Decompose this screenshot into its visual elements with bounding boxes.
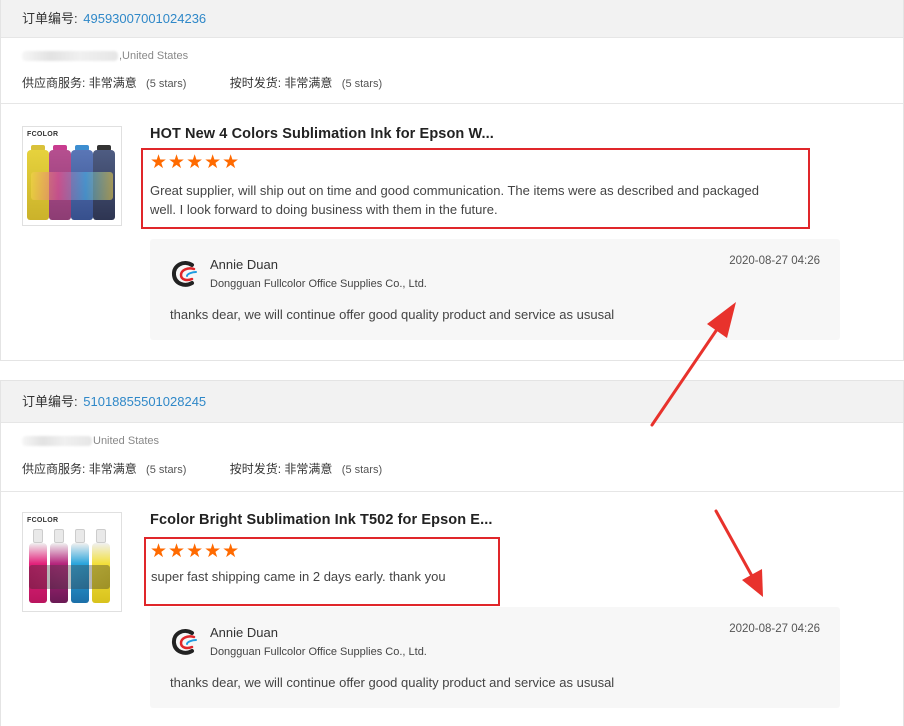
ship-on-time-label: 按时发货: [229, 76, 282, 90]
service-ratings: 供应商服务: 非常满意 (5 stars) 按时发货: 非常满意 (5 star… [22, 460, 382, 477]
ship-on-time-value: 非常满意 [284, 76, 333, 90]
order-number-label: 订单编号: [22, 11, 78, 26]
seller-company: Dongguan Fullcolor Office Supplies Co., … [210, 646, 427, 658]
ship-on-time-stars: (5 stars) [341, 464, 383, 476]
review-text: Great supplier, will ship out on time an… [150, 183, 759, 217]
order-number-link[interactable]: 51018855501028245 [83, 394, 206, 409]
seller-reply: Annie Duan Dongguan Fullcolor Office Sup… [150, 239, 840, 340]
redacted-buyer-name [22, 51, 118, 62]
reply-text: thanks dear, we will continue offer good… [170, 307, 615, 322]
supplier-service-value: 非常满意 [88, 462, 137, 476]
reply-text: thanks dear, we will continue offer good… [170, 675, 615, 690]
buyer-country: United States [22, 435, 159, 447]
rating-stars: ★★★★★ [150, 541, 241, 562]
order-header: 订单编号: 51018855501028245 [1, 381, 903, 423]
redacted-buyer-name [22, 436, 92, 447]
order-header: 订单编号: 49593007001024236 [1, 0, 903, 38]
order-card-1: 订单编号: 49593007001024236 ,United States 供… [0, 0, 904, 361]
seller-name: Annie Duan [210, 625, 278, 640]
seller-name: Annie Duan [210, 257, 278, 272]
order-number-label: 订单编号: [22, 394, 78, 409]
product-image[interactable]: FCOLOR [22, 512, 122, 612]
buyer-country: ,United States [22, 50, 188, 62]
service-ratings: 供应商服务: 非常满意 (5 stars) 按时发货: 非常满意 (5 star… [22, 74, 382, 91]
ship-on-time-label: 按时发货: [229, 462, 282, 476]
ship-on-time-stars: (5 stars) [341, 78, 383, 90]
product-title-link[interactable]: HOT New 4 Colors Sublimation Ink for Eps… [150, 126, 494, 142]
review-text: super fast shipping came in 2 days early… [151, 569, 446, 584]
brand-logo: FCOLOR [27, 517, 59, 524]
seller-logo-icon [171, 261, 197, 287]
order-card-2: 订单编号: 51018855501028245 United States 供应… [0, 380, 904, 726]
review-highlight-box: ★★★★★ super fast shipping came in 2 days… [144, 537, 500, 606]
buyer-info: ,United States 供应商服务: 非常满意 (5 stars) 按时发… [1, 38, 903, 104]
supplier-service-stars: (5 stars) [146, 78, 187, 90]
seller-company: Dongguan Fullcolor Office Supplies Co., … [210, 278, 427, 290]
supplier-service-label: 供应商服务: [22, 76, 86, 90]
reply-date: 2020-08-27 04:26 [729, 255, 820, 267]
seller-logo-icon [171, 629, 197, 655]
buyer-info: United States 供应商服务: 非常满意 (5 stars) 按时发货… [1, 423, 903, 492]
supplier-service-label: 供应商服务: [22, 462, 86, 476]
seller-reply: Annie Duan Dongguan Fullcolor Office Sup… [150, 607, 840, 708]
product-title-link[interactable]: Fcolor Bright Sublimation Ink T502 for E… [150, 512, 492, 528]
brand-logo: FCOLOR [27, 131, 59, 138]
supplier-service-value: 非常满意 [88, 76, 137, 90]
reply-date: 2020-08-27 04:26 [729, 623, 820, 635]
rating-stars: ★★★★★ [150, 152, 241, 173]
ship-on-time-value: 非常满意 [284, 462, 333, 476]
review-highlight-box: ★★★★★ Great supplier, will ship out on t… [141, 148, 810, 229]
supplier-service-stars: (5 stars) [146, 464, 187, 476]
product-image[interactable]: FCOLOR [22, 126, 122, 226]
order-number-link[interactable]: 49593007001024236 [83, 11, 206, 26]
